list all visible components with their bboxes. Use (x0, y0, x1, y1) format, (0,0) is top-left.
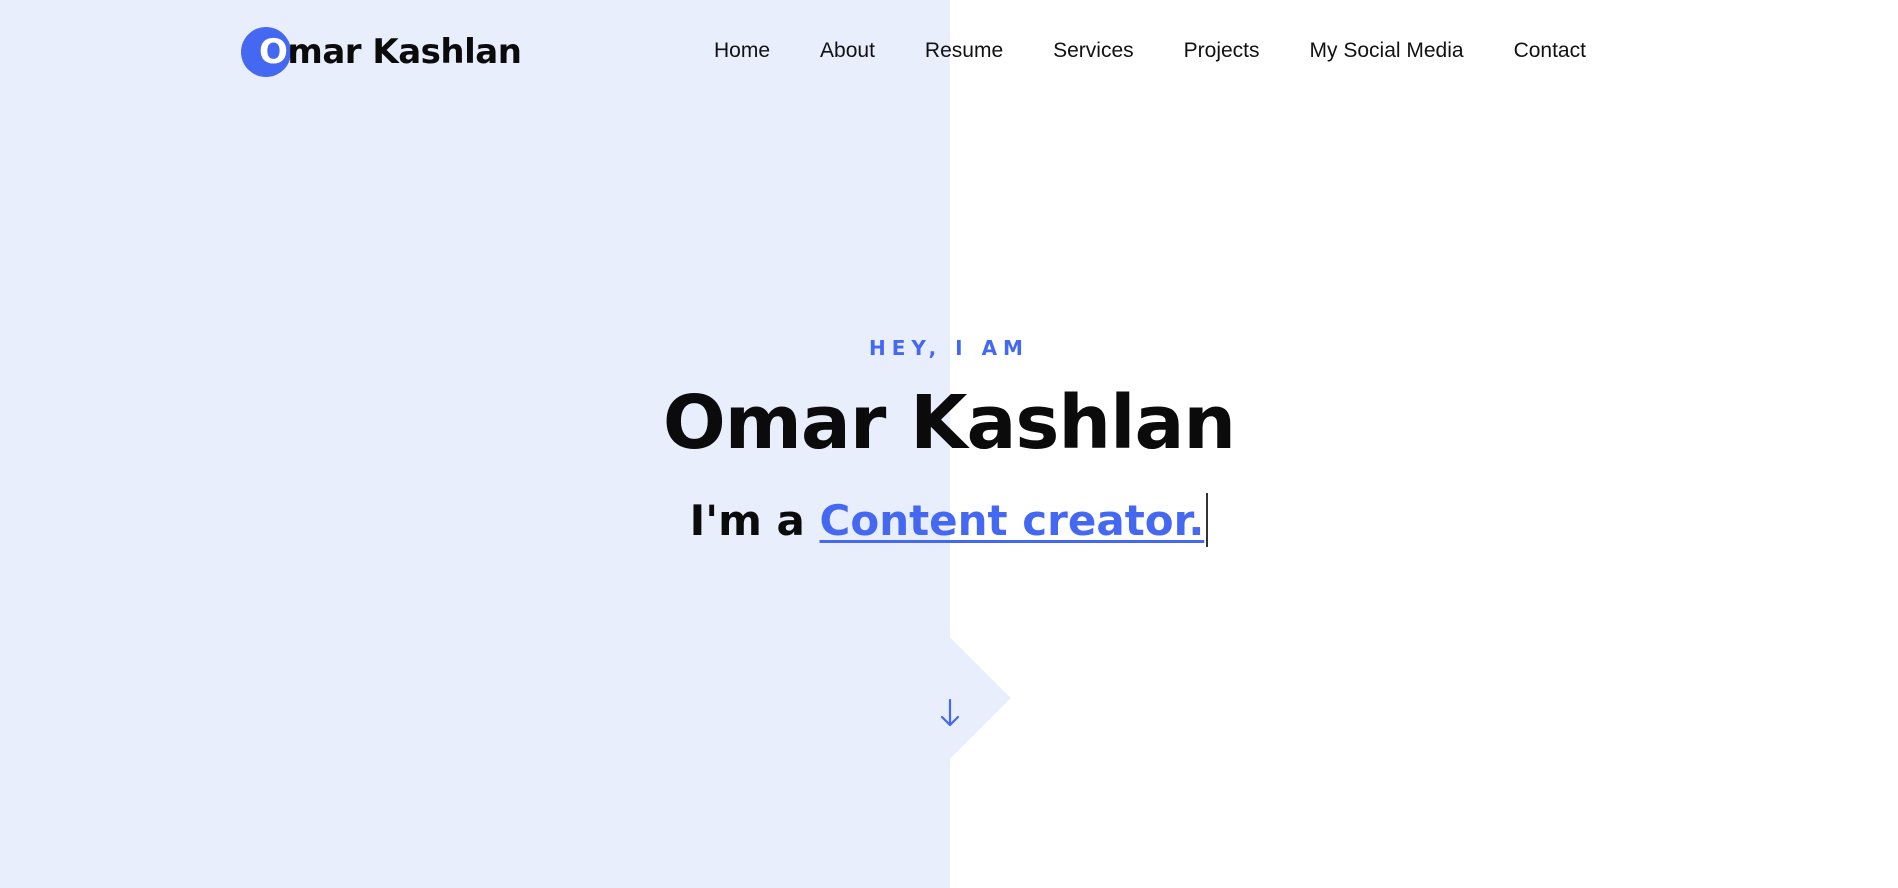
hero-name: Omar Kashlan (662, 380, 1236, 466)
nav-item-projects[interactable]: Projects (1184, 34, 1260, 68)
arrow-down-icon (940, 698, 960, 727)
nav-item-resume[interactable]: Resume (925, 34, 1003, 68)
main-nav: Home About Resume Services Projects My S… (714, 34, 1586, 68)
logo-first-letter: O (259, 32, 288, 72)
typing-cursor (1206, 493, 1209, 547)
site-header: Omar Kashlan Home About Resume Services … (0, 0, 1898, 100)
logo-rest-name: mar Kashlan (287, 32, 522, 72)
nav-item-home[interactable]: Home (714, 34, 770, 68)
hero-kicker: HEY, I AM (869, 336, 1029, 360)
nav-item-about[interactable]: About (820, 34, 875, 68)
hero-intro-prefix: I'm a (689, 496, 805, 545)
scroll-down-button[interactable] (889, 637, 1011, 759)
logo-text: Omar Kashlan (241, 27, 522, 77)
hero-subtitle: I'm a Content creator. (0, 490, 1898, 552)
nav-item-contact[interactable]: Contact (1514, 34, 1586, 68)
hero-role-typed: Content creator. (819, 496, 1205, 545)
nav-item-services[interactable]: Services (1053, 34, 1134, 68)
nav-item-social-media[interactable]: My Social Media (1310, 34, 1464, 68)
site-logo[interactable]: Omar Kashlan (241, 27, 522, 77)
